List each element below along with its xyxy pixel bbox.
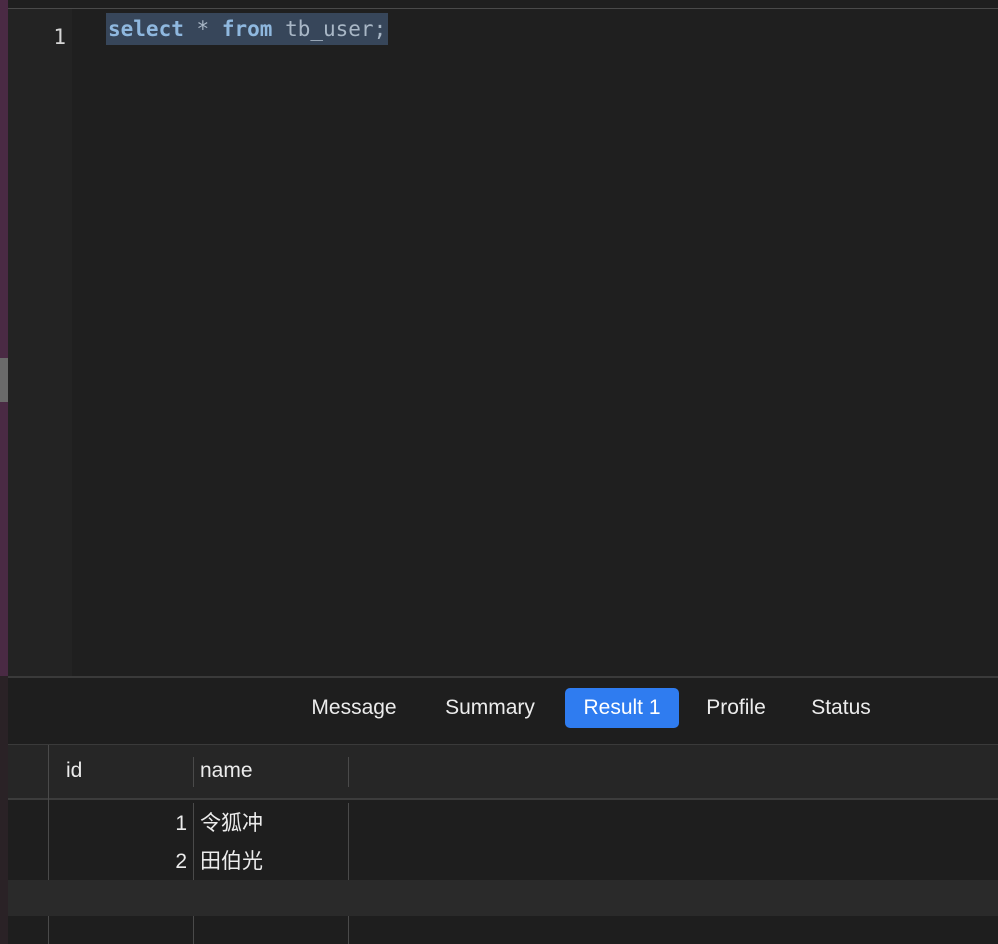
cell-name[interactable]: 令狐冲 bbox=[200, 806, 263, 842]
cell-name[interactable]: 田伯光 bbox=[200, 844, 263, 880]
empty-row bbox=[8, 880, 998, 916]
tab-result-1[interactable]: Result 1 bbox=[565, 688, 679, 728]
edge-lower-panel bbox=[0, 676, 8, 944]
header-column-separator[interactable] bbox=[348, 757, 349, 787]
grid-header: id name bbox=[8, 745, 998, 800]
tab-message[interactable]: Message bbox=[290, 688, 418, 728]
sql-editor[interactable]: 1 select * from tb_user; bbox=[8, 0, 998, 676]
tab-summary[interactable]: Summary bbox=[428, 688, 552, 728]
header-bottom-divider bbox=[8, 798, 998, 800]
edge-scroll-handle[interactable] bbox=[0, 358, 8, 402]
window-left-edge bbox=[0, 0, 8, 944]
keyword-from: from bbox=[221, 17, 273, 41]
table-row[interactable]: 1 令狐冲 bbox=[8, 806, 998, 842]
table-row[interactable]: 2 田伯光 bbox=[8, 844, 998, 880]
keyword-select: select bbox=[108, 17, 184, 41]
tab-status[interactable]: Status bbox=[795, 688, 887, 728]
table-identifier: tb_user; bbox=[285, 17, 387, 41]
header-column-separator[interactable] bbox=[193, 757, 194, 787]
cell-id[interactable]: 1 bbox=[50, 806, 187, 842]
column-header-id[interactable]: id bbox=[66, 759, 82, 783]
line-number-gutter: 1 bbox=[8, 9, 72, 676]
star-operator: * bbox=[196, 17, 210, 41]
result-tabbar: Message Summary Result 1 Profile Status bbox=[8, 678, 998, 744]
line-number: 1 bbox=[53, 25, 66, 49]
tab-profile[interactable]: Profile bbox=[689, 688, 783, 728]
code-line-selected[interactable]: select * from tb_user; bbox=[106, 13, 389, 45]
cell-id[interactable]: 2 bbox=[50, 844, 187, 880]
result-grid[interactable]: id name 1 令狐冲 2 田伯光 bbox=[8, 745, 998, 944]
editor-top-divider bbox=[8, 8, 998, 9]
column-header-name[interactable]: name bbox=[200, 759, 253, 783]
